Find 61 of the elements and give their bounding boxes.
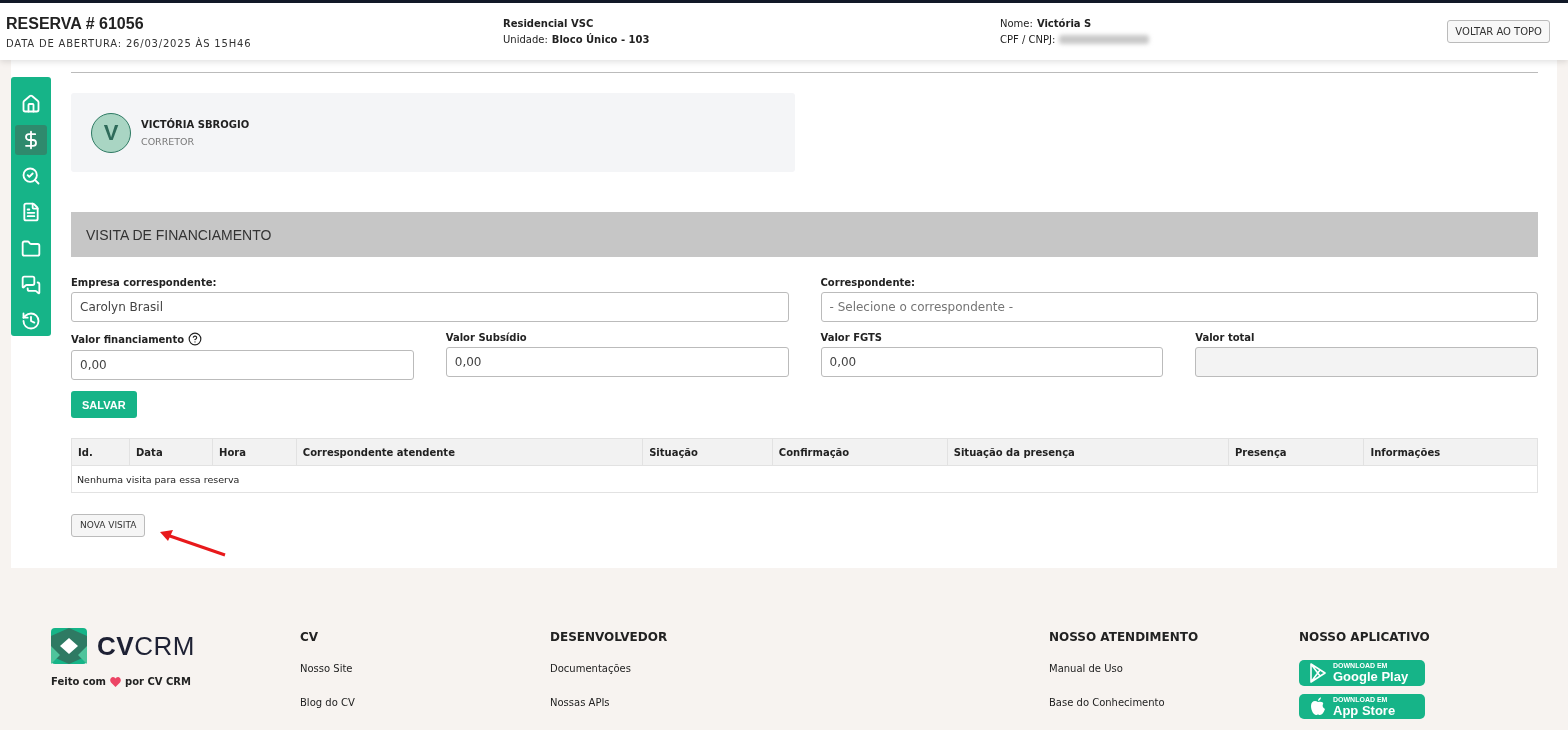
- cpf-label: CPF / CNPJ:: [1000, 34, 1056, 45]
- logo-text: CVCRM: [97, 630, 195, 662]
- footer-link[interactable]: Nosso Site: [300, 663, 550, 674]
- sidebar-item[interactable]: [15, 125, 47, 156]
- play-icon: [1309, 662, 1327, 683]
- back-to-top-button[interactable]: VOLTAR AO TOPO: [1447, 20, 1550, 43]
- footer-heading: DESENVOLVEDOR: [550, 630, 669, 644]
- new-visit-button[interactable]: NOVA VISITA: [71, 513, 146, 537]
- opening-date: DATA DE ABERTURA: 26/03/2025 ÀS 15H46: [6, 37, 253, 49]
- field-label: Valor Subsídio: [445, 332, 527, 343]
- footer-link[interactable]: Nossas APIs: [550, 697, 1049, 708]
- history-icon: [21, 310, 41, 331]
- footer-heading: CV: [300, 630, 320, 644]
- input-field[interactable]: 0,00: [820, 347, 1164, 377]
- home-icon: [21, 94, 41, 115]
- footer-heading: NOSSO APLICATIVO: [1299, 630, 1431, 644]
- select-field[interactable]: - Selecione o correspondente -: [820, 292, 1538, 322]
- magnifier-icon: [21, 166, 41, 187]
- field-label: Empresa correspondente:: [71, 277, 217, 288]
- logo-icon: [51, 628, 87, 664]
- field-label: Valor financiamento: [71, 333, 185, 345]
- footer-link[interactable]: Blog do CV: [300, 697, 550, 708]
- arrow-annotation: [159, 529, 227, 557]
- column-header: Correspondente atendente: [296, 438, 643, 466]
- avatar: V: [91, 112, 131, 153]
- made-with-text: Feito com: [51, 676, 106, 687]
- input-field[interactable]: 0,00: [71, 350, 414, 380]
- input-field[interactable]: Carolyn Brasil: [71, 292, 789, 322]
- section-header: VISITA DE FINANCIAMENTO: [71, 212, 1538, 257]
- agent-name: VICTÓRIA SBROGIO: [141, 118, 250, 130]
- unit-value: Bloco Único - 103: [551, 34, 650, 45]
- document-icon: [21, 202, 41, 223]
- empty-message: Nenhuma visita para essa reserva: [71, 465, 1538, 493]
- column-header: Presença: [1228, 438, 1364, 466]
- column-header: Situação: [642, 438, 773, 466]
- agent-role: CORRETOR: [141, 135, 196, 147]
- apple-icon: [1309, 696, 1327, 717]
- field-label: Valor total: [1195, 332, 1255, 343]
- column-header: Situação da presença: [947, 438, 1229, 466]
- made-by-text: por CV CRM: [125, 676, 191, 687]
- column-header: Informações: [1363, 438, 1538, 466]
- footer-link[interactable]: Documentações: [550, 663, 1049, 674]
- footer-link[interactable]: Manual de Uso: [1049, 663, 1299, 674]
- footer-link[interactable]: Base do Conhecimento: [1049, 697, 1299, 708]
- column-header: Confirmação: [772, 438, 948, 466]
- field-label: Correspondente:: [820, 277, 916, 288]
- column-header: Id.: [71, 438, 130, 466]
- footer-heading: NOSSO ATENDIMENTO: [1049, 630, 1200, 644]
- chat-icon: [21, 274, 41, 295]
- input-field[interactable]: 0,00: [445, 347, 789, 377]
- name-value: Victória S: [1036, 18, 1092, 29]
- folder-icon: [21, 238, 41, 259]
- column-header: Data: [129, 438, 213, 466]
- column-header: Hora: [212, 438, 297, 466]
- help-icon[interactable]: [188, 332, 203, 346]
- name-label: Nome:: [1000, 18, 1033, 29]
- heart-icon: [110, 676, 121, 687]
- reservation-title: RESERVA # 61056: [6, 14, 145, 33]
- unit-label: Unidade:: [503, 34, 548, 45]
- field-label: Valor FGTS: [820, 332, 883, 343]
- project-name: Residencial VSC: [503, 18, 595, 29]
